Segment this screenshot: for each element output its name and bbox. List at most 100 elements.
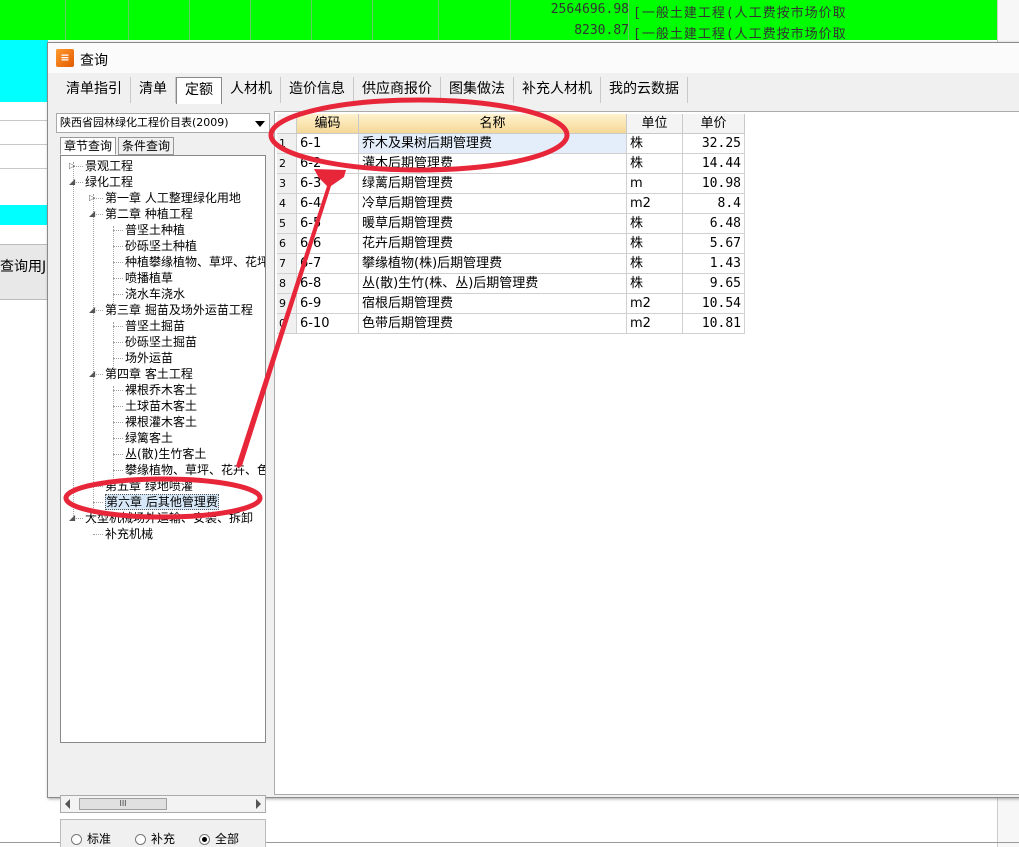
grid-cell-rn[interactable]: 1 <box>277 134 297 154</box>
tab-supplement-lmm[interactable]: 补充人材机 <box>514 77 601 103</box>
tree-node[interactable]: 第五章 绿地喷灌 <box>105 478 193 494</box>
grid-cell-unit[interactable]: 株 <box>627 134 683 154</box>
header-unit[interactable]: 单位 <box>627 114 683 134</box>
grid-cell-price[interactable]: 10.54 <box>683 294 745 314</box>
tree-node[interactable]: 普坚土掘苗 <box>125 318 185 334</box>
grid-cell-rn[interactable]: 4 <box>277 194 297 214</box>
subtab-chapter-query[interactable]: 章节查询 <box>60 137 117 155</box>
grid-cell-price[interactable]: 8.4 <box>683 194 745 214</box>
grid-cell-name[interactable]: 乔木及果树后期管理费 <box>359 134 627 154</box>
grid-cell-code[interactable]: 6-3 <box>297 174 359 194</box>
tree-node[interactable]: 绿篱客土 <box>125 430 173 446</box>
collapse-triangle-icon[interactable]: ◢ <box>89 209 95 218</box>
tree-node[interactable]: 第六章 后其他管理费 <box>105 494 219 510</box>
tree-node[interactable]: 第一章 人工整理绿化用地 <box>105 190 241 206</box>
radio-standard[interactable]: 标准 <box>71 830 111 847</box>
collapse-triangle-icon[interactable]: ◢ <box>69 513 75 522</box>
grid-cell-name[interactable]: 暖草后期管理费 <box>359 214 627 234</box>
grid-cell-rn[interactable]: 8 <box>277 274 297 294</box>
grid-cell-rn[interactable]: 9 <box>277 294 297 314</box>
grid-cell-code[interactable]: 6-8 <box>297 274 359 294</box>
grid-cell-code[interactable]: 6-5 <box>297 214 359 234</box>
grid-cell-price[interactable]: 10.81 <box>683 314 745 334</box>
tab-bill[interactable]: 清单 <box>131 77 176 103</box>
expand-triangle-icon[interactable]: ▷ <box>89 193 95 202</box>
grid-cell-price[interactable]: 32.25 <box>683 134 745 154</box>
tree-node[interactable]: 补充机械 <box>105 526 153 542</box>
grid-cell-rn[interactable]: 3 <box>277 174 297 194</box>
grid-cell-unit[interactable]: 株 <box>627 154 683 174</box>
grid-cell-price[interactable]: 9.65 <box>683 274 745 294</box>
scroll-right-icon[interactable] <box>256 799 261 809</box>
header-name[interactable]: 名称 <box>359 114 627 134</box>
grid-cell-price[interactable]: 1.43 <box>683 254 745 274</box>
grid-cell-code[interactable]: 6-6 <box>297 234 359 254</box>
grid-cell-name[interactable]: 绿蓠后期管理费 <box>359 174 627 194</box>
grid-cell-unit[interactable]: m2 <box>627 294 683 314</box>
grid-cell-rn[interactable]: 7 <box>277 254 297 274</box>
collapse-triangle-icon[interactable]: ◢ <box>69 177 75 186</box>
tree-node[interactable]: 景观工程 <box>85 158 133 174</box>
tree-node[interactable]: 种植攀缘植物、草坪、花坪 <box>125 254 265 270</box>
grid-cell-price[interactable]: 14.44 <box>683 154 745 174</box>
tree-node[interactable]: 砂砾坚土种植 <box>125 238 197 254</box>
dialog-titlebar[interactable]: ≡ 查询 <box>48 43 1019 73</box>
grid-cell-price[interactable]: 6.48 <box>683 214 745 234</box>
grid-cell-price[interactable]: 5.67 <box>683 234 745 254</box>
tree-node[interactable]: 浇水车浇水 <box>125 286 185 302</box>
grid-cell-unit[interactable]: 株 <box>627 274 683 294</box>
tab-supplier-quote[interactable]: 供应商报价 <box>354 77 441 103</box>
grid-cell-code[interactable]: 6-9 <box>297 294 359 314</box>
header-price[interactable]: 单价 <box>683 114 745 134</box>
collapse-triangle-icon[interactable]: ◢ <box>89 369 95 378</box>
dropdown-arrow-icon[interactable] <box>255 121 265 127</box>
grid-cell-name[interactable]: 攀缘植物(株)后期管理费 <box>359 254 627 274</box>
scroll-thumb[interactable]: III <box>79 798 167 810</box>
grid-cell-price[interactable]: 10.98 <box>683 174 745 194</box>
grid-cell-name[interactable]: 丛(散)生竹(株、丛)后期管理费 <box>359 274 627 294</box>
grid-cell-code[interactable]: 6-4 <box>297 194 359 214</box>
scroll-left-icon[interactable] <box>65 799 70 809</box>
tree-node[interactable]: 喷播植草 <box>125 270 173 286</box>
tree-node[interactable]: 裸根灌木客土 <box>125 414 197 430</box>
tree-node[interactable]: 丛(散)生竹客土 <box>125 446 206 462</box>
grid-cell-rn[interactable]: 5 <box>277 214 297 234</box>
tree-node[interactable]: 裸根乔木客土 <box>125 382 197 398</box>
collapse-triangle-icon[interactable]: ◢ <box>89 305 95 314</box>
grid-cell-unit[interactable]: 株 <box>627 234 683 254</box>
tree-node[interactable]: 普坚土种植 <box>125 222 185 238</box>
tab-labor-material-machine[interactable]: 人材机 <box>222 77 281 103</box>
grid-cell-name[interactable]: 宿根后期管理费 <box>359 294 627 314</box>
grid-cell-unit[interactable]: 株 <box>627 254 683 274</box>
grid-cell-code[interactable]: 6-7 <box>297 254 359 274</box>
catalog-select[interactable]: 陕西省园林绿化工程价目表(2009) <box>56 113 270 133</box>
tree-node[interactable]: 场外运苗 <box>125 350 173 366</box>
subtab-condition-query[interactable]: 条件查询 <box>118 137 175 155</box>
radio-supplement[interactable]: 补充 <box>135 830 175 847</box>
tree-node[interactable]: 砂砾坚土掘苗 <box>125 334 197 350</box>
grid-cell-unit[interactable]: m <box>627 174 683 194</box>
tree-node[interactable]: 绿化工程 <box>85 174 133 190</box>
tab-my-cloud-data[interactable]: 我的云数据 <box>601 77 688 103</box>
tree-horizontal-scrollbar[interactable]: III <box>60 795 266 813</box>
grid-cell-name[interactable]: 色带后期管理费 <box>359 314 627 334</box>
tree-node[interactable]: 第二章 种植工程 <box>105 206 193 222</box>
tab-atlas-method[interactable]: 图集做法 <box>441 77 514 103</box>
grid-cell-rn[interactable]: 2 <box>277 154 297 174</box>
tab-quota[interactable]: 定额 <box>176 77 222 104</box>
grid-cell-unit[interactable]: m2 <box>627 194 683 214</box>
grid-cell-rn[interactable]: 0 <box>277 314 297 334</box>
tree-node[interactable]: 土球苗木客土 <box>125 398 197 414</box>
grid-cell-code[interactable]: 6-1 <box>297 134 359 154</box>
grid-cell-name[interactable]: 冷草后期管理费 <box>359 194 627 214</box>
grid-cell-unit[interactable]: 株 <box>627 214 683 234</box>
tab-bill-guide[interactable]: 清单指引 <box>58 77 131 103</box>
tab-cost-info[interactable]: 造价信息 <box>281 77 354 103</box>
tree-node[interactable]: 第四章 客土工程 <box>105 366 193 382</box>
expand-triangle-icon[interactable]: ▷ <box>69 161 75 170</box>
grid-cell-unit[interactable]: m2 <box>627 314 683 334</box>
grid-cell-name[interactable]: 花卉后期管理费 <box>359 234 627 254</box>
grid-cell-code[interactable]: 6-10 <box>297 314 359 334</box>
radio-all[interactable]: 全部 <box>199 830 239 847</box>
grid-cell-name[interactable]: 灌木后期管理费 <box>359 154 627 174</box>
